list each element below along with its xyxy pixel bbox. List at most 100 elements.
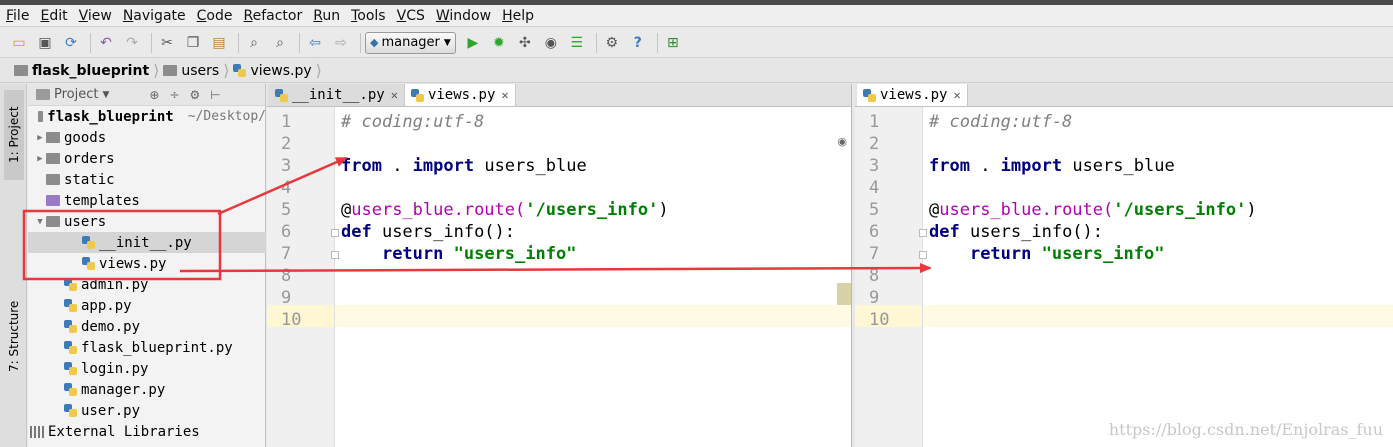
breadcrumb-item-root[interactable]: flask_blueprint ⟩ (14, 61, 159, 80)
menu-vcs[interactable]: VCS (397, 8, 425, 24)
tree-item[interactable]: login.py (28, 358, 266, 379)
keyword-token: from (929, 156, 970, 176)
close-icon[interactable]: ✕ (391, 88, 398, 102)
python-file-icon (64, 320, 77, 333)
comment-token: # coding:utf-8 (929, 112, 1073, 132)
line-number: 8 (281, 266, 292, 286)
tab-views-py[interactable]: views.py ✕ (404, 84, 516, 106)
toolbar-separator (299, 32, 300, 53)
chevron-down-icon[interactable]: ▼ (34, 217, 46, 227)
chevron-right-icon: ⟩ (223, 61, 230, 80)
tree-item[interactable]: user.py (28, 400, 266, 421)
tree-item[interactable]: __init__.py (28, 232, 266, 253)
redo-icon[interactable]: ↷ (121, 32, 143, 54)
tab-label: views.py (427, 87, 496, 103)
tree-item[interactable]: manager.py (28, 379, 266, 400)
menu-run[interactable]: Run (313, 8, 340, 24)
gear-icon[interactable]: ⚙ (190, 88, 201, 102)
menu-code[interactable]: Code (197, 8, 233, 24)
forward-icon[interactable]: ⇨ (330, 32, 352, 54)
hide-icon[interactable]: ⊢ (210, 88, 220, 102)
menu-view[interactable]: View (79, 8, 112, 24)
menu-file[interactable]: File (6, 8, 29, 24)
menu-refactor[interactable]: Refactor (243, 8, 302, 24)
debug-icon[interactable]: ✹ (488, 32, 510, 54)
find-icon[interactable]: ⌕ (243, 32, 265, 54)
tree-root[interactable]: flask_blueprint ~/Desktop/ (28, 106, 266, 127)
tab-init-py[interactable]: __init__.py ✕ (269, 84, 405, 106)
copy-icon[interactable]: ❐ (182, 32, 204, 54)
chevron-down-icon[interactable]: ▼ (102, 90, 109, 100)
run-configuration-select[interactable]: ◆ manager ▼ (365, 31, 456, 54)
chevron-right-icon[interactable]: ▶ (34, 133, 46, 143)
breadcrumb-label: flask_blueprint (32, 62, 150, 79)
scroll-from-source-icon[interactable]: ⊕ (149, 88, 159, 102)
line-number: 3 (281, 156, 292, 176)
project-view-selector[interactable]: Project (54, 87, 98, 102)
settings-icon[interactable]: ⚙ (601, 32, 623, 54)
breadcrumb-item-file[interactable]: views.py ⟩ (233, 61, 322, 80)
run-coverage-icon[interactable]: ✣ (514, 32, 536, 54)
menu-tools[interactable]: Tools (351, 8, 386, 24)
fold-marker-icon[interactable] (331, 229, 339, 237)
line-number: 6 (281, 222, 292, 242)
breadcrumb-item-users[interactable]: users ⟩ (163, 61, 229, 80)
breadcrumb-label: users (181, 62, 220, 79)
back-icon[interactable]: ⇦ (304, 32, 326, 54)
undo-icon[interactable]: ↶ (95, 32, 117, 54)
fold-marker-icon[interactable] (919, 251, 927, 259)
close-icon[interactable]: ✕ (501, 88, 508, 102)
tree-item[interactable]: app.py (28, 295, 266, 316)
tree-item-label: login.py (81, 360, 149, 377)
concurrency-icon[interactable]: ☰ (566, 32, 588, 54)
plugin-icon[interactable]: ⊞ (662, 32, 684, 54)
cut-icon[interactable]: ✂ (156, 32, 178, 54)
run-icon[interactable]: ▶ (462, 32, 484, 54)
tree-item-external-libraries[interactable]: External Libraries (28, 421, 266, 442)
line-number: 9 (869, 288, 880, 308)
line-number: 7 (869, 244, 880, 264)
operator-token: . (381, 156, 413, 176)
menu-help[interactable]: Help (502, 8, 534, 24)
toolbar-separator (90, 32, 91, 53)
save-all-icon[interactable]: ▣ (34, 32, 56, 54)
fold-marker-icon[interactable] (331, 251, 339, 259)
menu-edit[interactable]: Edit (40, 8, 67, 24)
code-area[interactable]: ◉ # coding:utf-8 from . import users_blu… (331, 107, 851, 447)
current-line-highlight (335, 305, 851, 327)
tab-project-tool-window[interactable]: 1: Project (4, 90, 24, 180)
tree-item[interactable]: static (28, 169, 266, 190)
chevron-right-icon[interactable]: ▶ (34, 154, 46, 164)
folder-icon (14, 65, 28, 76)
code-area[interactable]: # coding:utf-8 from . import users_blue … (919, 107, 1393, 447)
collapse-all-icon[interactable]: ÷ (169, 88, 179, 102)
open-folder-icon[interactable]: ▭ (8, 32, 30, 54)
tool-window-strip: 1: Project 7: Structure (0, 84, 27, 447)
tree-item[interactable]: demo.py (28, 316, 266, 337)
keyword-token: return (381, 244, 444, 264)
tab-structure-tool-window[interactable]: 7: Structure (4, 284, 24, 389)
tree-item[interactable]: ▶ orders (28, 148, 266, 169)
eye-icon[interactable]: ◉ (837, 135, 847, 148)
tree-item[interactable]: views.py (28, 253, 266, 274)
help-icon[interactable]: ? (627, 32, 649, 54)
sync-icon[interactable]: ⟳ (60, 32, 82, 54)
close-icon[interactable]: ✕ (953, 88, 960, 102)
tree-item[interactable]: admin.py (28, 274, 266, 295)
tab-views-py[interactable]: views.py ✕ (857, 84, 968, 106)
line-number: 3 (869, 156, 880, 176)
toolbar-separator (595, 32, 597, 53)
tree-item-label: demo.py (81, 318, 141, 335)
keyword-token: import (412, 156, 475, 176)
folder-icon (38, 111, 44, 122)
tree-item[interactable]: flask_blueprint.py (28, 337, 266, 358)
tree-item[interactable]: ▶ goods (28, 127, 266, 148)
paste-icon[interactable]: ▤ (208, 32, 230, 54)
menu-window[interactable]: Window (436, 8, 491, 24)
tree-item[interactable]: ▼ users (28, 211, 266, 232)
fold-marker-icon[interactable] (919, 229, 927, 237)
profile-icon[interactable]: ◉ (540, 32, 562, 54)
menu-navigate[interactable]: Navigate (123, 8, 186, 24)
tree-item[interactable]: templates (28, 190, 266, 211)
replace-icon[interactable]: ⌕ (269, 32, 291, 54)
